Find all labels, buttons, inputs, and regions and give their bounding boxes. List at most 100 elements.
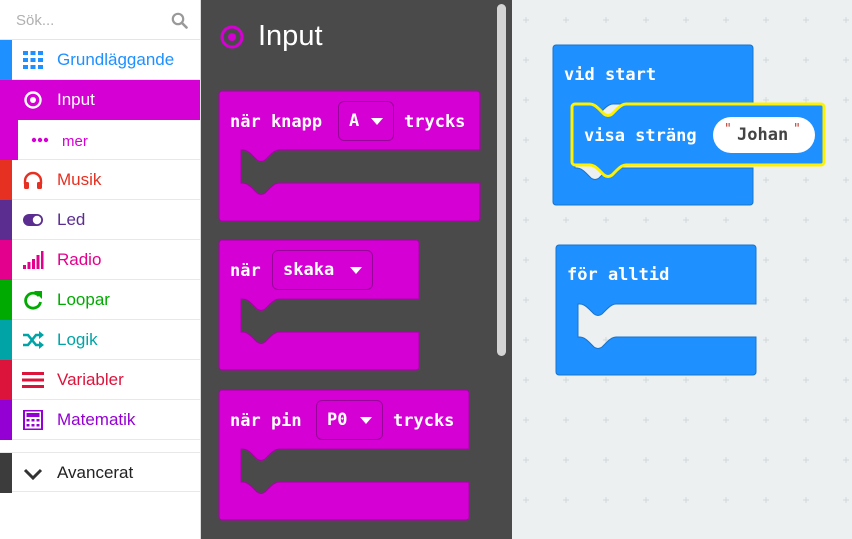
category-color-stripe	[0, 200, 12, 240]
refresh-icon	[24, 291, 42, 310]
search-input[interactable]	[0, 0, 200, 40]
category-input[interactable]: Input	[0, 80, 200, 120]
grid-cross	[603, 217, 609, 223]
category-label: Musik	[57, 170, 102, 189]
grid-cross	[763, 457, 769, 463]
category-led[interactable]: Led	[0, 200, 200, 240]
grid-icon	[23, 51, 43, 69]
grid-cross	[763, 57, 769, 63]
flyout-title: Input	[258, 20, 323, 52]
category-color-stripe	[0, 360, 12, 400]
grid-cross	[603, 497, 609, 503]
grid-cross	[643, 497, 649, 503]
category-musik[interactable]: Musik	[0, 160, 200, 200]
grid-cross	[843, 457, 849, 463]
grid-cross	[683, 217, 689, 223]
grid-cross	[563, 457, 569, 463]
dropdown-value: P0	[327, 410, 348, 430]
category-label: Led	[57, 210, 86, 229]
category-loopar[interactable]: Loopar	[0, 280, 200, 320]
grid-cross	[763, 337, 769, 343]
grid-cross	[643, 417, 649, 423]
grid-cross	[563, 497, 569, 503]
grid-cross	[803, 337, 809, 343]
grid-cross	[843, 17, 849, 23]
grid-cross	[803, 217, 809, 223]
string-value: Johan	[737, 125, 789, 145]
grid-cross	[723, 217, 729, 223]
grid-cross	[563, 17, 569, 23]
grid-cross	[523, 297, 529, 303]
flyout-scrollbar[interactable]	[497, 4, 506, 356]
grid-cross	[843, 97, 849, 103]
grid-cross	[523, 497, 529, 503]
category-label: Variabler	[57, 370, 124, 389]
grid-cross	[763, 257, 769, 263]
search-icon[interactable]	[171, 12, 188, 29]
block-label: när	[230, 261, 261, 281]
grid-cross	[763, 297, 769, 303]
grid-cross	[763, 417, 769, 423]
grid-cross	[843, 217, 849, 223]
shuffle-icon	[23, 331, 44, 349]
toggle-icon	[23, 214, 43, 226]
category-color-stripe	[0, 320, 12, 360]
grid-cross	[563, 377, 569, 383]
grid-cross	[763, 377, 769, 383]
block-label: visa sträng	[584, 126, 697, 146]
grid-cross	[683, 377, 689, 383]
grid-cross	[723, 457, 729, 463]
grid-cross	[723, 497, 729, 503]
category-variabler[interactable]: Variabler	[0, 360, 200, 400]
category-label: Grundläggande	[57, 50, 175, 69]
grid-cross	[603, 17, 609, 23]
category-color-stripe	[0, 240, 12, 280]
grid-cross	[643, 217, 649, 223]
grid-cross	[563, 217, 569, 223]
grid-cross	[683, 457, 689, 463]
dropdown-value: skaka	[283, 260, 335, 280]
category-input-more[interactable]: mer	[0, 120, 200, 160]
grid-cross	[803, 57, 809, 63]
grid-cross	[763, 17, 769, 23]
quote-open-icon: "	[724, 122, 732, 137]
category-grundlaggande[interactable]: Grundläggande	[0, 40, 200, 80]
button-dropdown[interactable]: A	[338, 101, 394, 141]
quote-close-icon: "	[793, 122, 801, 137]
gesture-dropdown[interactable]: skaka	[272, 250, 373, 290]
grid-cross	[523, 377, 529, 383]
category-logik[interactable]: Logik	[0, 320, 200, 360]
grid-cross	[603, 377, 609, 383]
target-icon	[220, 25, 244, 49]
category-matematik[interactable]: Matematik	[0, 400, 200, 440]
grid-cross	[803, 457, 809, 463]
toolbox-sidebar: Grundläggande Input mer Musik Led	[0, 0, 201, 539]
block-label: trycks	[404, 112, 466, 132]
grid-cross	[523, 57, 529, 63]
grid-cross	[523, 337, 529, 343]
grid-cross	[763, 497, 769, 503]
category-avancerat[interactable]: Avancerat	[0, 452, 200, 493]
category-color-stripe	[0, 453, 12, 493]
grid-cross	[523, 257, 529, 263]
grid-cross	[523, 457, 529, 463]
grid-cross	[843, 337, 849, 343]
grid-cross	[843, 57, 849, 63]
category-color-stripe	[0, 160, 12, 200]
grid-cross	[683, 417, 689, 423]
pin-dropdown[interactable]: P0	[316, 400, 383, 440]
category-color-stripe	[0, 40, 12, 80]
grid-cross	[563, 417, 569, 423]
grid-cross	[683, 17, 689, 23]
grid-cross	[603, 457, 609, 463]
grid-cross	[603, 417, 609, 423]
grid-cross	[843, 417, 849, 423]
dropdown-value: A	[349, 111, 360, 131]
search-box	[0, 0, 200, 40]
category-radio[interactable]: Radio	[0, 240, 200, 280]
category-label: Matematik	[57, 410, 136, 429]
grid-cross	[803, 257, 809, 263]
grid-cross	[643, 457, 649, 463]
grid-cross	[843, 177, 849, 183]
grid-cross	[763, 217, 769, 223]
